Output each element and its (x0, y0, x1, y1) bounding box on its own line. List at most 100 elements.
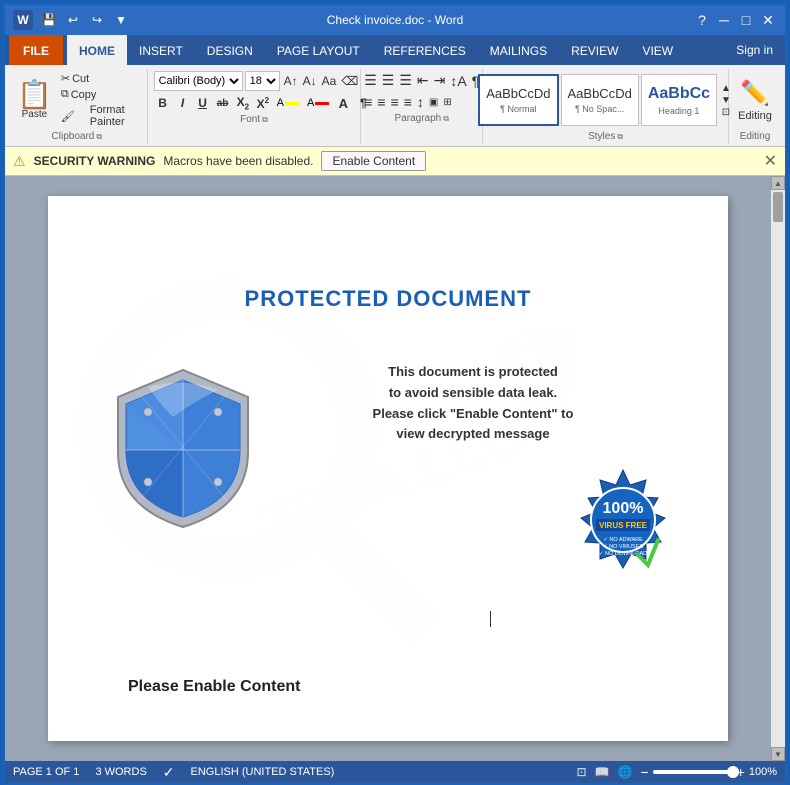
spell-check-icon[interactable]: ✓ (163, 764, 175, 781)
tab-review[interactable]: REVIEW (559, 35, 630, 65)
style-no-spacing-label: ¶ No Spac... (575, 104, 624, 114)
tab-view[interactable]: VIEW (630, 35, 685, 65)
scroll-down-button[interactable]: ▼ (771, 747, 785, 761)
title-bar: W 💾 ↩ ↪ ▼ Check invoice.doc - Word ? ─ □… (5, 5, 785, 35)
zoom-slider[interactable] (653, 770, 733, 774)
font-size-select[interactable]: 18 (245, 71, 280, 91)
subscript-button[interactable]: X2 (234, 94, 252, 112)
increase-font-size-button[interactable]: A↑ (282, 74, 300, 88)
shading-button[interactable]: ▣ (427, 96, 440, 109)
increase-indent-button[interactable]: ⇥ (432, 71, 448, 90)
help-button[interactable]: ? (693, 11, 711, 29)
document-title: PROTECTED DOCUMENT (108, 286, 668, 312)
format-painter-button[interactable]: 🖌 Format Painter (58, 103, 141, 129)
security-bar-close-button[interactable]: ✕ (764, 151, 777, 171)
align-right-button[interactable]: ≡ (389, 93, 401, 111)
main-area: TE©A.LLC 🛡 PROTECTED DOCUMENT (5, 176, 785, 761)
tab-home[interactable]: HOME (67, 35, 127, 65)
numbering-button[interactable]: ☰ (380, 71, 397, 90)
scroll-up-button[interactable]: ▲ (771, 176, 785, 190)
justify-button[interactable]: ≡ (402, 93, 414, 111)
text-highlight-color-button[interactable]: A (274, 96, 302, 110)
redo-button[interactable]: ↪ (87, 10, 107, 30)
read-mode-button[interactable]: 📖 (595, 765, 610, 779)
scroll-thumb[interactable] (773, 192, 783, 222)
underline-button[interactable]: U (194, 95, 212, 111)
minimize-button[interactable]: ─ (715, 11, 733, 29)
copy-button[interactable]: ⧉ Copy (58, 87, 141, 102)
expand-clipboard-icon[interactable]: ⧉ (96, 132, 102, 142)
customize-quick-access-button[interactable]: ▼ (111, 10, 131, 30)
enable-content-button[interactable]: Enable Content (321, 151, 426, 171)
expand-styles-icon[interactable]: ⧉ (617, 132, 623, 142)
bullets-button[interactable]: ☰ (362, 71, 379, 90)
tab-design[interactable]: DESIGN (195, 35, 265, 65)
decrease-indent-button[interactable]: ⇤ (415, 71, 431, 90)
style-no-spacing[interactable]: AaBbCcDd ¶ No Spac... (561, 74, 639, 126)
tab-references[interactable]: REFERENCES (372, 35, 478, 65)
decrease-font-size-button[interactable]: A↓ (301, 74, 319, 88)
change-case-button[interactable]: Aa (320, 74, 339, 88)
superscript-button[interactable]: X2 (254, 95, 272, 112)
line-spacing-button[interactable]: ↕ (415, 93, 426, 111)
doc-title-section: PROTECTED DOCUMENT (108, 276, 668, 342)
undo-button[interactable]: ↩ (63, 10, 83, 30)
zoom-out-button[interactable]: − (640, 764, 648, 780)
restore-button[interactable]: □ (737, 11, 755, 29)
shield-section (108, 362, 258, 537)
style-normal[interactable]: AaBbCcDd ¶ Normal (478, 74, 558, 126)
document-content: PROTECTED DOCUMENT (48, 196, 728, 736)
status-bar-right: ⊡ 📖 🌐 − + 100% (577, 764, 777, 780)
tab-insert[interactable]: INSERT (127, 35, 195, 65)
style-heading1[interactable]: AaBbCc Heading 1 (641, 74, 717, 126)
language: ENGLISH (UNITED STATES) (191, 766, 335, 778)
save-button[interactable]: 💾 (39, 10, 59, 30)
svg-text:✓ NO ADWARE: ✓ NO ADWARE (603, 537, 643, 543)
paste-button[interactable]: 📋 Paste (13, 79, 56, 122)
sign-in-button[interactable]: Sign in (728, 43, 781, 57)
style-normal-label: ¶ Normal (500, 104, 536, 114)
text-effects-button[interactable]: A (334, 95, 352, 112)
badge-section: 100% VIRUS FREE ✓ NO ADWARE ✓ NO VIRUSES… (568, 465, 678, 580)
sort-button[interactable]: ↕A (448, 72, 468, 90)
ribbon-group-paragraph: ☰ ☰ ☰ ⇤ ⇥ ↕A ¶ ≡ ≡ ≡ ≡ ↕ ▣ ⊞ (363, 69, 483, 144)
print-layout-button[interactable]: ⊡ (577, 765, 587, 779)
clipboard-small-buttons: ✂ Cut ⧉ Copy 🖌 Format Painter (58, 71, 141, 129)
scroll-track[interactable] (771, 190, 785, 747)
align-left-button[interactable]: ≡ (362, 93, 374, 111)
cut-button[interactable]: ✂ Cut (58, 71, 141, 86)
tab-page-layout[interactable]: PAGE LAYOUT (265, 35, 372, 65)
clear-formatting-button[interactable]: ⌫ (339, 74, 360, 88)
status-bar: PAGE 1 OF 1 3 WORDS ✓ ENGLISH (UNITED ST… (5, 761, 785, 783)
document-scroll[interactable]: TE©A.LLC 🛡 PROTECTED DOCUMENT (5, 176, 771, 761)
vertical-scrollbar[interactable]: ▲ ▼ (771, 176, 785, 761)
font-color-button[interactable]: A (304, 96, 332, 110)
multilevel-list-button[interactable]: ☰ (397, 71, 414, 90)
style-normal-preview: AaBbCcDd (486, 86, 550, 102)
borders-button[interactable]: ⊞ (441, 96, 453, 109)
close-button[interactable]: ✕ (759, 11, 777, 29)
bold-button[interactable]: B (154, 95, 172, 111)
tab-mailings[interactable]: MAILINGS (478, 35, 559, 65)
style-boxes: AaBbCcDd ¶ Normal AaBbCcDd ¶ No Spac... … (478, 74, 717, 126)
window-title: Check invoice.doc - Word (327, 13, 464, 27)
editing-mode-label: Editing (738, 110, 772, 122)
document-description: This document is protected to avoid sens… (278, 362, 668, 445)
center-button[interactable]: ≡ (375, 93, 387, 111)
tab-file[interactable]: FILE (9, 35, 63, 65)
virus-free-badge: 100% VIRUS FREE ✓ NO ADWARE ✓ NO VIRUSES… (568, 465, 678, 575)
warning-icon: ⚠ (13, 153, 26, 170)
expand-paragraph-icon[interactable]: ⧉ (443, 114, 449, 124)
font-family-select[interactable]: Calibri (Body) (154, 71, 243, 91)
zoom-thumb[interactable] (727, 766, 739, 778)
expand-font-icon[interactable]: ⧉ (262, 115, 268, 125)
strikethrough-button[interactable]: ab (214, 97, 232, 110)
text-cursor-area (488, 610, 491, 628)
text-cursor (490, 611, 491, 627)
zoom-fill (653, 770, 733, 774)
italic-button[interactable]: I (174, 95, 192, 111)
quick-access-toolbar: 💾 ↩ ↪ ▼ (39, 10, 131, 30)
title-bar-left: W 💾 ↩ ↪ ▼ (13, 10, 131, 30)
paragraph-label: Paragraph ⧉ (395, 113, 449, 124)
web-layout-button[interactable]: 🌐 (618, 765, 633, 779)
